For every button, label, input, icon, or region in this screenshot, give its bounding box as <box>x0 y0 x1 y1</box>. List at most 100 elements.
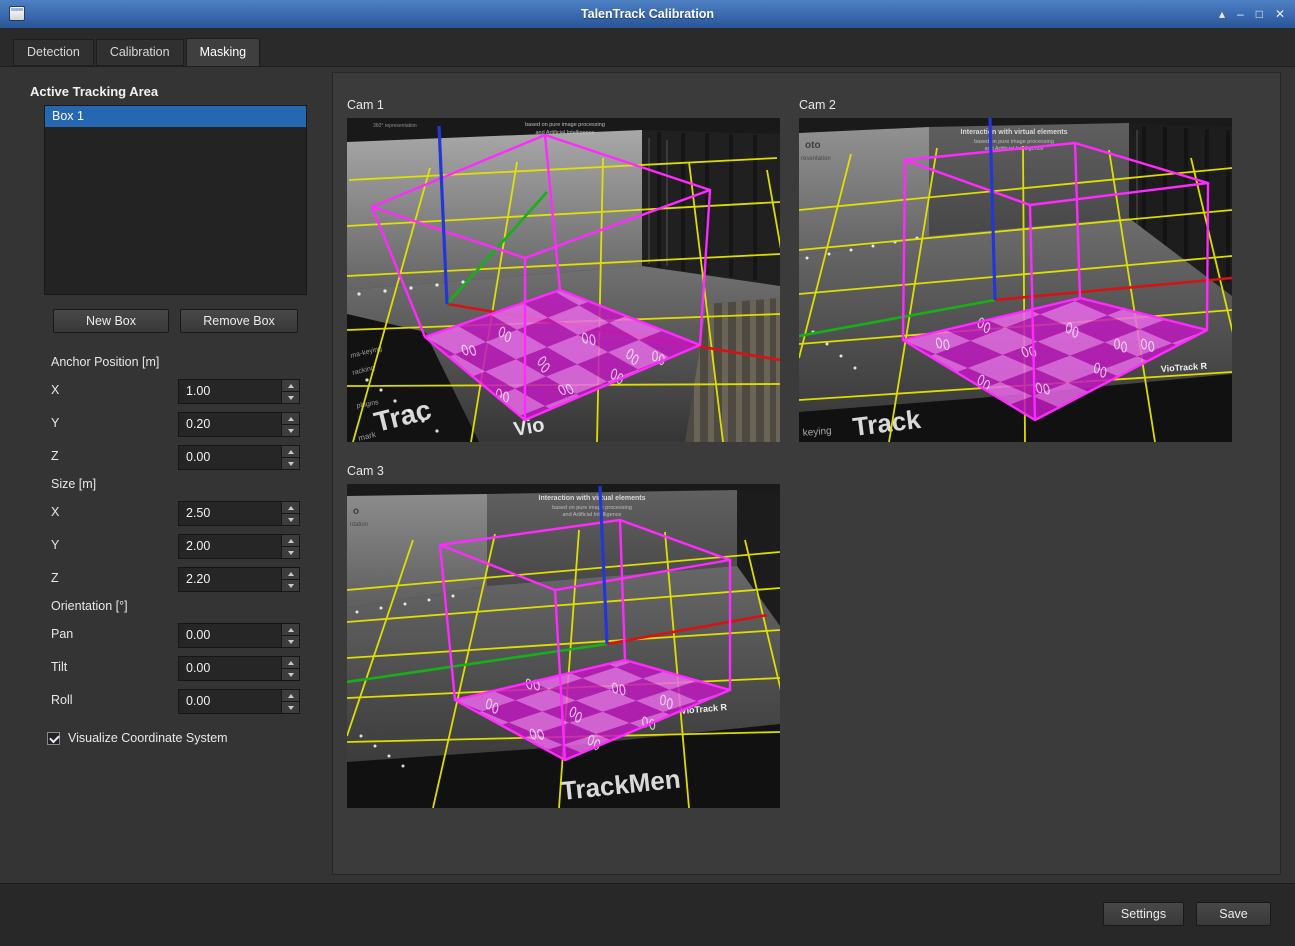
spin-up-button[interactable] <box>282 568 299 580</box>
pan-value[interactable]: 0.00 <box>179 624 281 647</box>
anchor-z-spin-buttons <box>281 446 299 469</box>
tilt-value[interactable]: 0.00 <box>179 657 281 680</box>
cam1-scene: 360° representation based on pure image … <box>347 118 780 442</box>
anchor-y-label: Y <box>51 416 59 430</box>
anchor-x-spin-buttons <box>281 380 299 403</box>
footer-bar: Settings Save <box>0 883 1295 946</box>
spin-up-button[interactable] <box>282 502 299 514</box>
spin-down-button[interactable] <box>282 636 299 647</box>
roll-spin-buttons <box>281 690 299 713</box>
cam3-view: o ntation Interaction with virtual eleme… <box>347 484 780 808</box>
visualize-checkbox[interactable] <box>47 732 60 745</box>
svg-text:based on pure image processing: based on pure image processing <box>552 505 632 511</box>
spin-down-icon <box>288 706 294 710</box>
spin-up-button[interactable] <box>282 380 299 392</box>
roll-label: Roll <box>51 693 73 707</box>
tab-masking[interactable]: Masking <box>186 38 261 67</box>
spin-up-button[interactable] <box>282 446 299 458</box>
tab-bar: Detection Calibration Masking <box>13 38 262 66</box>
svg-text:Interaction with virtual eleme: Interaction with virtual elements <box>539 495 646 502</box>
anchor-y-spin-buttons <box>281 413 299 436</box>
spin-up-button[interactable] <box>282 690 299 702</box>
anchor-y-spinbox: 0.20 <box>178 412 300 437</box>
spin-down-button[interactable] <box>282 514 299 525</box>
tilt-spinbox: 0.00 <box>178 656 300 681</box>
window-controls: ▴ – □ ✕ <box>1219 0 1285 28</box>
spin-down-button[interactable] <box>282 458 299 469</box>
spin-up-icon <box>288 661 294 665</box>
anchor-z-label: Z <box>51 449 59 463</box>
svg-text:Interaction with virtual eleme: Interaction with virtual elements <box>961 129 1068 136</box>
spin-down-button[interactable] <box>282 669 299 680</box>
masking-pane: Active Tracking Area Box 1 New Box Remov… <box>0 67 1295 884</box>
svg-text:oto: oto <box>805 140 821 151</box>
visualize-row: Visualize Coordinate System <box>47 731 228 745</box>
size-x-value[interactable]: 2.50 <box>179 502 281 525</box>
spin-up-button[interactable] <box>282 413 299 425</box>
spin-down-button[interactable] <box>282 702 299 713</box>
size-z-spin-buttons <box>281 568 299 591</box>
tracking-area-list[interactable]: Box 1 <box>44 105 307 295</box>
anchor-y-value[interactable]: 0.20 <box>179 413 281 436</box>
svg-text:360° representation: 360° representation <box>373 123 417 129</box>
roll-spinbox: 0.00 <box>178 689 300 714</box>
app-icon <box>9 6 25 21</box>
tab-detection[interactable]: Detection <box>13 39 94 66</box>
size-section-label: Size [m] <box>51 477 96 491</box>
spin-up-icon <box>288 628 294 632</box>
spin-down-button[interactable] <box>282 392 299 403</box>
size-y-spinbox: 2.00 <box>178 534 300 559</box>
spin-up-button[interactable] <box>282 657 299 669</box>
shade-icon[interactable]: ▴ <box>1219 8 1225 20</box>
visualize-label: Visualize Coordinate System <box>68 731 228 745</box>
size-x-spin-buttons <box>281 502 299 525</box>
camera-view-panel: Cam 1 Cam 2 Cam 3 <box>332 72 1281 875</box>
tracking-area-heading: Active Tracking Area <box>30 84 158 99</box>
spin-up-icon <box>288 450 294 454</box>
minimize-icon[interactable]: – <box>1237 8 1244 20</box>
size-x-spinbox: 2.50 <box>178 501 300 526</box>
save-button[interactable]: Save <box>1196 902 1271 926</box>
tilt-spin-buttons <box>281 657 299 680</box>
anchor-z-value[interactable]: 0.00 <box>179 446 281 469</box>
anchor-section-label: Anchor Position [m] <box>51 355 159 369</box>
remove-box-button[interactable]: Remove Box <box>180 309 298 333</box>
size-y-spin-buttons <box>281 535 299 558</box>
spin-up-icon <box>288 572 294 576</box>
spin-up-icon <box>288 506 294 510</box>
pan-spin-buttons <box>281 624 299 647</box>
sidebar: Active Tracking Area Box 1 New Box Remov… <box>0 67 332 884</box>
cam1-label: Cam 1 <box>347 98 384 112</box>
spin-down-button[interactable] <box>282 547 299 558</box>
tab-calibration[interactable]: Calibration <box>96 39 184 66</box>
spin-down-button[interactable] <box>282 580 299 591</box>
size-z-value[interactable]: 2.20 <box>179 568 281 591</box>
spin-down-icon <box>288 551 294 555</box>
maximize-icon[interactable]: □ <box>1256 8 1263 20</box>
anchor-x-value[interactable]: 1.00 <box>179 380 281 403</box>
spin-down-icon <box>288 429 294 433</box>
anchor-z-spinbox: 0.00 <box>178 445 300 470</box>
pan-spinbox: 0.00 <box>178 623 300 648</box>
spin-down-icon <box>288 673 294 677</box>
roll-value[interactable]: 0.00 <box>179 690 281 713</box>
new-box-button[interactable]: New Box <box>53 309 169 333</box>
spin-down-button[interactable] <box>282 425 299 436</box>
tilt-label: Tilt <box>51 660 67 674</box>
spin-up-button[interactable] <box>282 624 299 636</box>
svg-text:ntation: ntation <box>350 522 368 528</box>
list-item-box1[interactable]: Box 1 <box>45 106 306 127</box>
spin-down-icon <box>288 640 294 644</box>
cam2-scene: oto resentation Interaction with virtual… <box>799 118 1232 442</box>
svg-text:resentation: resentation <box>801 156 831 162</box>
anchor-x-label: X <box>51 383 59 397</box>
cam3-label: Cam 3 <box>347 464 384 478</box>
size-y-value[interactable]: 2.00 <box>179 535 281 558</box>
window-title: TalenTrack Calibration <box>0 7 1295 21</box>
titlebar[interactable]: TalenTrack Calibration ▴ – □ ✕ <box>0 0 1295 28</box>
anchor-x-spinbox: 1.00 <box>178 379 300 404</box>
close-icon[interactable]: ✕ <box>1275 8 1285 20</box>
spin-up-icon <box>288 384 294 388</box>
settings-button[interactable]: Settings <box>1103 902 1184 926</box>
spin-up-button[interactable] <box>282 535 299 547</box>
